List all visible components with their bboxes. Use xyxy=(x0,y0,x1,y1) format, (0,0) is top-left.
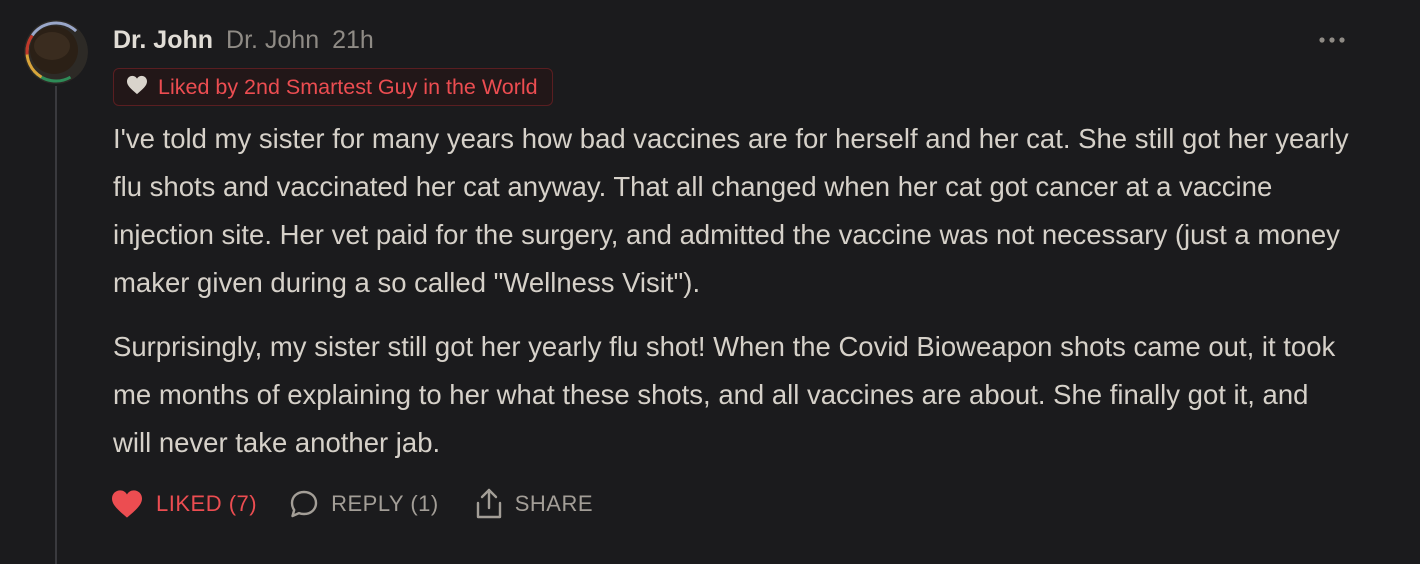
comment-paragraph-1: I've told my sister for many years how b… xyxy=(113,123,1349,298)
liked-by-badge: Liked by 2nd Smartest Guy in the World xyxy=(113,68,553,106)
heart-icon xyxy=(126,75,148,100)
heart-filled-icon xyxy=(110,489,144,519)
comment-timestamp[interactable]: 21h xyxy=(332,26,374,55)
comment-actions: LIKED (7) REPLY (1) SHARE xyxy=(110,484,593,524)
more-dots-icon xyxy=(1319,37,1345,43)
comment-paragraph-2: Surprisingly, my sister still got her ye… xyxy=(113,331,1336,458)
speech-bubble-icon xyxy=(289,489,319,519)
thread-line xyxy=(55,86,57,564)
share-upload-icon xyxy=(475,488,503,520)
like-button[interactable]: LIKED (7) xyxy=(110,489,257,519)
reply-label: REPLY (1) xyxy=(331,491,439,516)
more-options-button[interactable] xyxy=(1312,28,1352,52)
avatar-image xyxy=(24,20,88,84)
comment-header: Dr. John Dr. John 21h xyxy=(113,24,374,56)
avatar[interactable] xyxy=(24,20,88,84)
comment-body: I've told my sister for many years how b… xyxy=(113,115,1353,483)
author-handle[interactable]: Dr. John xyxy=(226,26,319,55)
share-button[interactable]: SHARE xyxy=(475,488,593,520)
author-name[interactable]: Dr. John xyxy=(113,26,213,55)
liked-by-text: Liked by 2nd Smartest Guy in the World xyxy=(158,74,538,99)
like-label: LIKED (7) xyxy=(156,491,258,516)
share-label: SHARE xyxy=(514,491,594,516)
reply-button[interactable]: REPLY (1) xyxy=(289,489,439,519)
